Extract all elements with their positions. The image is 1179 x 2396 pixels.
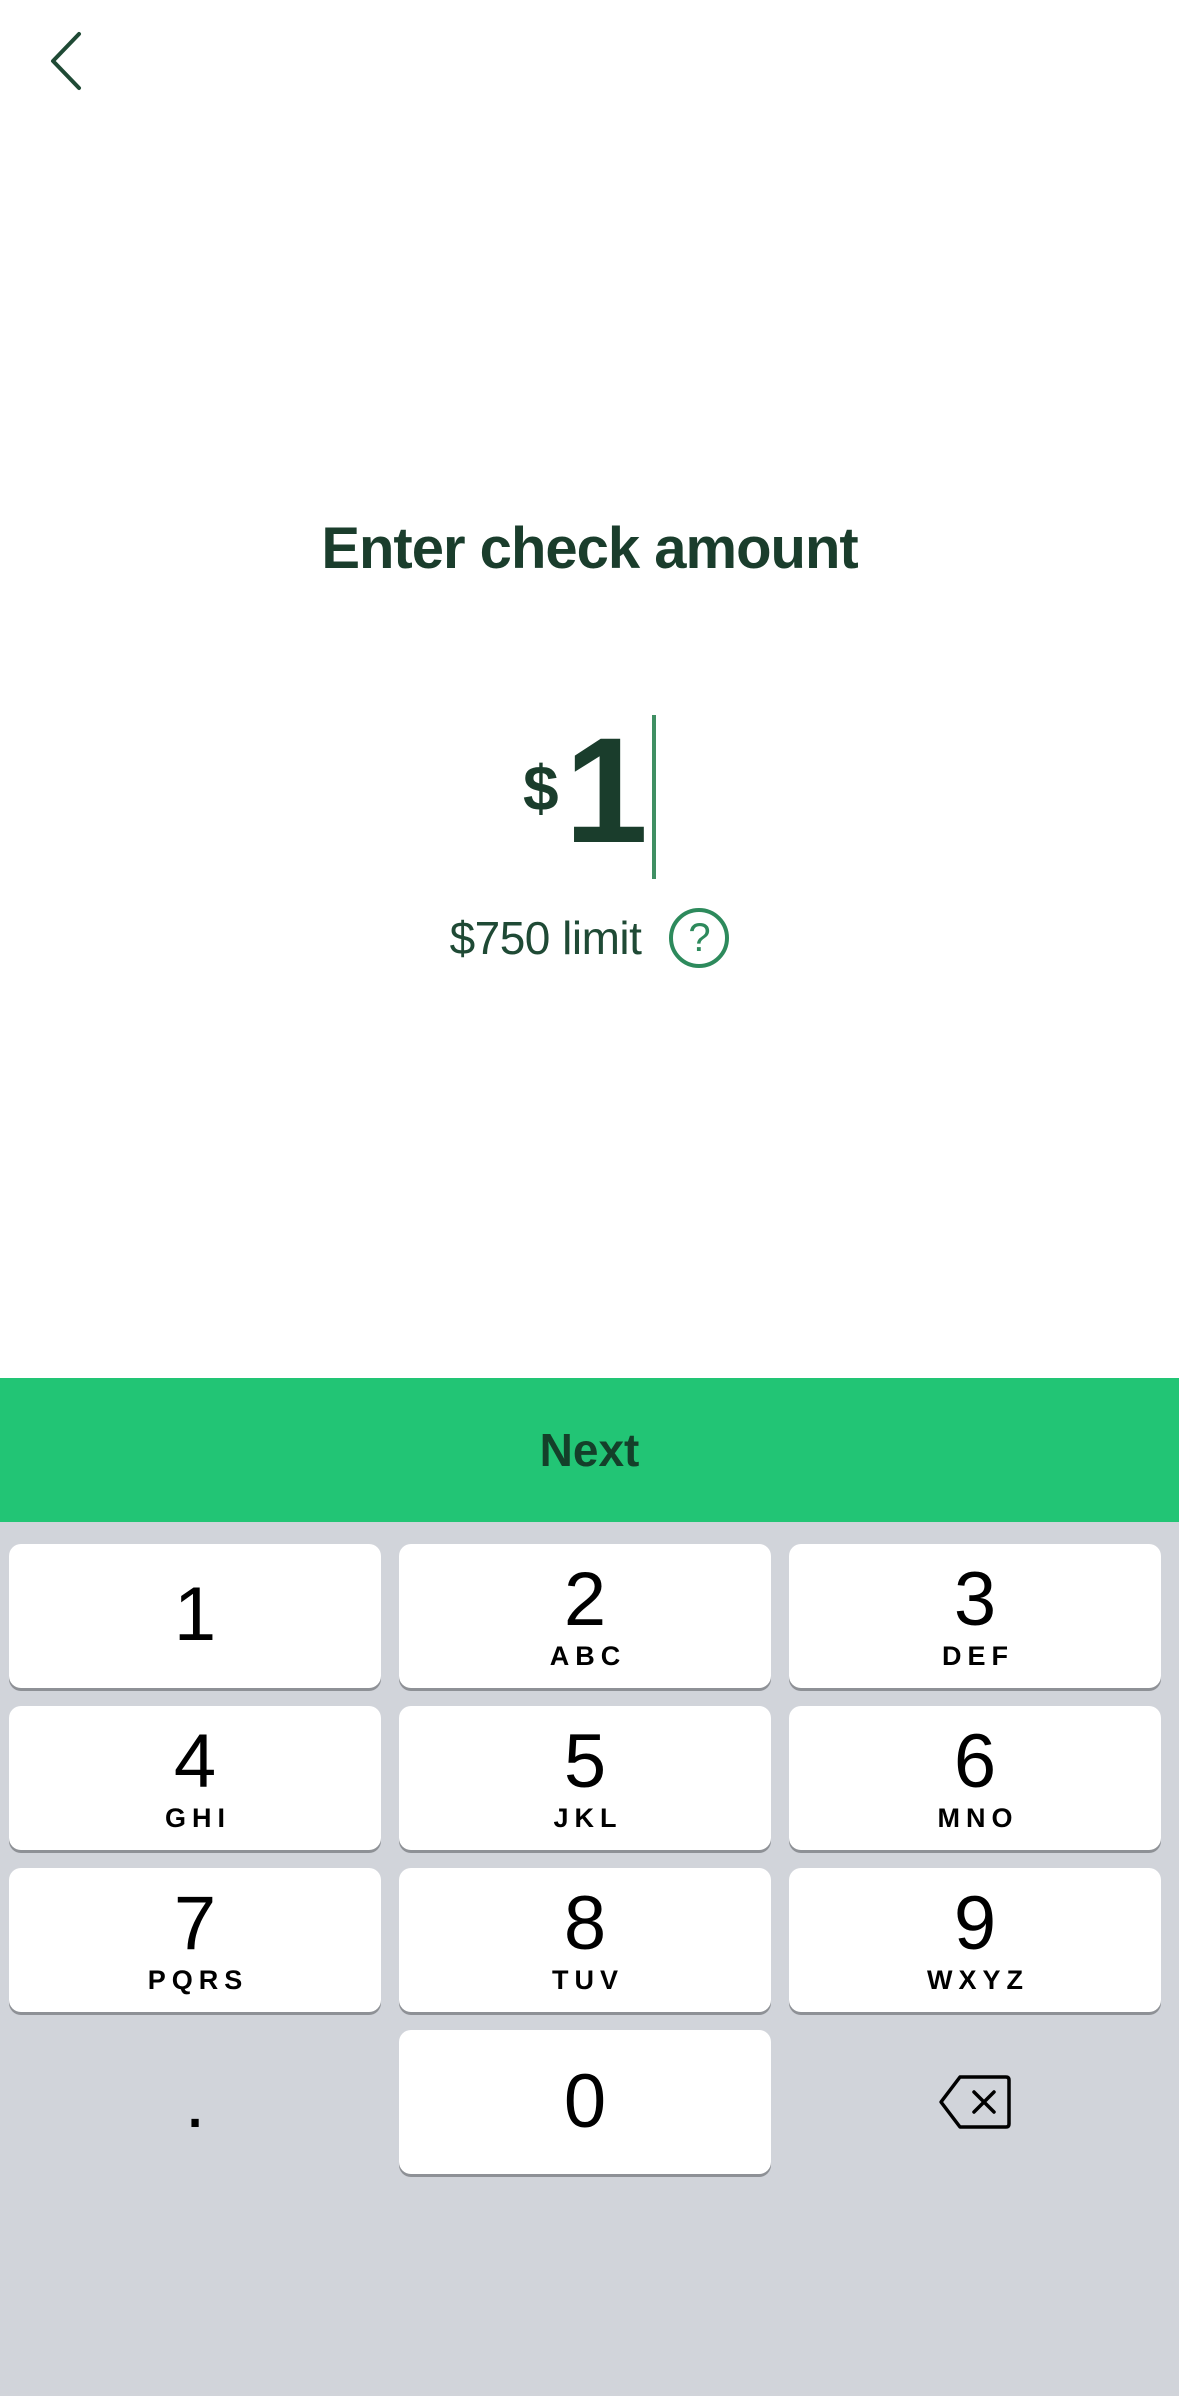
key-letters: TUV	[552, 1964, 624, 1995]
amount-display[interactable]: $ 1	[0, 715, 1179, 885]
key-4[interactable]: 4 GHI	[9, 1706, 381, 1850]
key-digit: 6	[953, 1718, 997, 1804]
decimal-label: .	[184, 2059, 206, 2144]
amount-value: 1	[564, 706, 648, 874]
chevron-left-icon	[51, 32, 81, 90]
numeric-keyboard: 1 2 ABC 3 DEF 4 GHI 5 JKL 6 MNO 7 PQRS 8…	[0, 1522, 1179, 2396]
backspace-icon	[939, 2075, 1011, 2129]
key-delete[interactable]	[789, 2030, 1161, 2174]
key-5[interactable]: 5 JKL	[399, 1706, 771, 1850]
page-title: Enter check amount	[321, 516, 858, 581]
key-digit: 2	[563, 1556, 607, 1642]
help-button[interactable]: ?	[669, 908, 730, 968]
key-letters: ABC	[549, 1640, 627, 1671]
key-letters: JKL	[553, 1802, 623, 1833]
back-button[interactable]	[30, 26, 100, 96]
key-letters: WXYZ	[927, 1964, 1029, 1995]
text-cursor	[652, 715, 657, 879]
key-letters: DEF	[942, 1640, 1014, 1671]
limit-text: $750 limit	[449, 912, 642, 964]
key-7[interactable]: 7 PQRS	[9, 1868, 381, 2012]
key-letters: PQRS	[147, 1964, 249, 1995]
key-digit: 3	[953, 1556, 997, 1642]
key-8[interactable]: 8 TUV	[399, 1868, 771, 2012]
key-1[interactable]: 1	[9, 1544, 381, 1688]
key-decimal[interactable]: .	[9, 2030, 381, 2174]
key-0[interactable]: 0	[399, 2030, 771, 2174]
key-letters: GHI	[164, 1802, 231, 1833]
next-button[interactable]: Next	[0, 1378, 1179, 1522]
question-circle-icon: ?	[688, 915, 711, 960]
currency-symbol: $	[522, 752, 559, 824]
key-6[interactable]: 6 MNO	[789, 1706, 1161, 1850]
key-digit: 1	[173, 1572, 217, 1657]
key-digit: 9	[953, 1880, 997, 1966]
limit-row: $750 limit ?	[0, 904, 1179, 972]
key-digit: 0	[563, 2059, 607, 2144]
key-9[interactable]: 9 WXYZ	[789, 1868, 1161, 2012]
key-digit: 8	[563, 1880, 607, 1966]
key-3[interactable]: 3 DEF	[789, 1544, 1161, 1688]
key-digit: 7	[173, 1880, 217, 1966]
key-letters: MNO	[937, 1802, 1019, 1833]
key-digit: 5	[563, 1718, 607, 1804]
key-2[interactable]: 2 ABC	[399, 1544, 771, 1688]
key-digit: 4	[173, 1718, 217, 1804]
